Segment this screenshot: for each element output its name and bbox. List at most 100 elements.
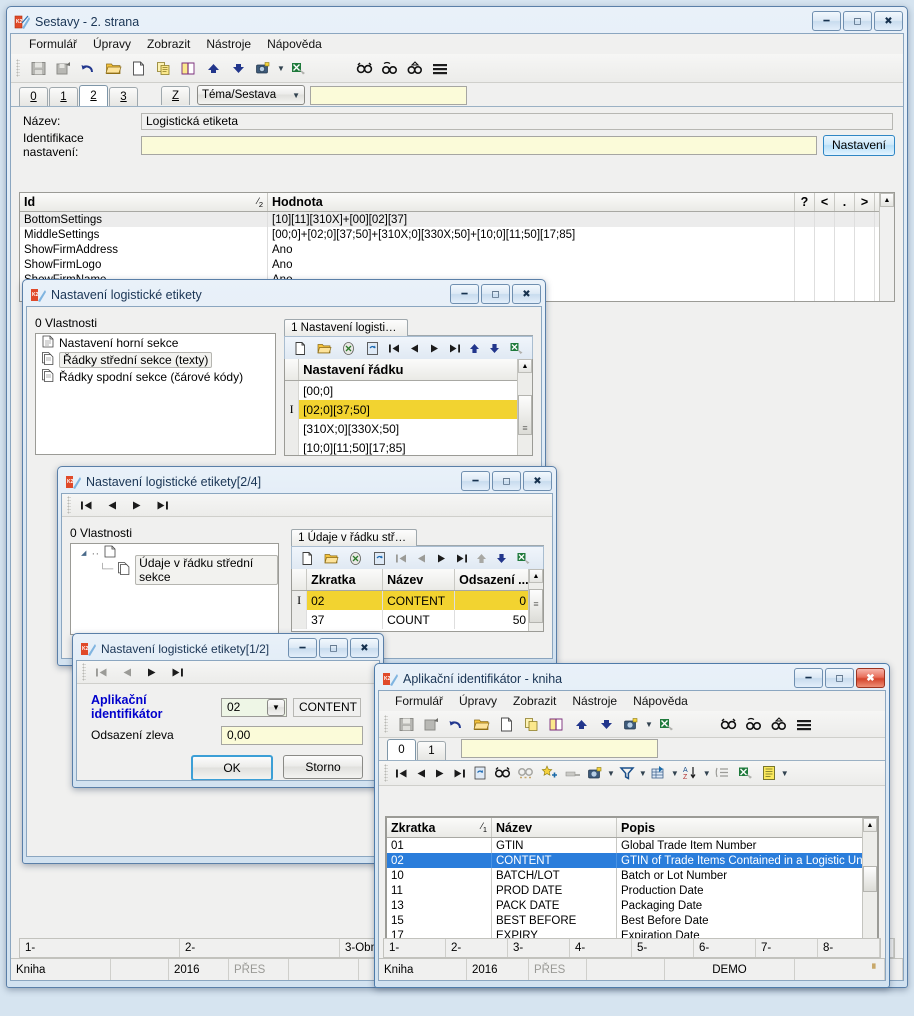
- save-as-icon[interactable]: [420, 713, 442, 735]
- toolbar-grip[interactable]: [384, 715, 388, 733]
- fkey-2[interactable]: 2-: [446, 939, 508, 957]
- camera-icon[interactable]: [584, 762, 606, 784]
- tab-1[interactable]: 1: [49, 87, 78, 106]
- find-icon[interactable]: [492, 762, 514, 784]
- export-excel-icon[interactable]: [735, 762, 757, 784]
- arrow-up-icon[interactable]: [202, 57, 224, 79]
- save-icon[interactable]: [27, 57, 49, 79]
- first-record-icon[interactable]: [78, 496, 96, 514]
- tab-0[interactable]: 0: [387, 739, 416, 760]
- scroll-up-icon[interactable]: ▲: [529, 569, 543, 583]
- window4-titlebar[interactable]: K2 Nastavení logistické etikety[1/2] ━ ◻…: [76, 637, 380, 660]
- menu-item-napoveda[interactable]: Nápověda: [625, 692, 696, 710]
- refresh-icon[interactable]: [368, 547, 390, 569]
- minimize-button[interactable]: ━: [288, 638, 317, 658]
- theme-combo[interactable]: Téma/Sestava ▼: [197, 85, 305, 105]
- window5-titlebar[interactable]: K2 Aplikační identifikátor - kniha ━ ◻ ✖: [378, 667, 886, 690]
- main-window-controls[interactable]: ━ ◻ ✖: [812, 11, 903, 31]
- last-record-icon[interactable]: [168, 663, 186, 681]
- tree-item-udaje-stredni-sekce[interactable]: └─ Údaje v řádku střední sekce: [71, 554, 279, 585]
- maximize-button[interactable]: ◻: [319, 638, 348, 658]
- fkey-1[interactable]: 1-: [20, 939, 180, 957]
- export-excel-icon[interactable]: [288, 57, 310, 79]
- find-all-icon[interactable]: [768, 713, 790, 735]
- table-row-selected[interactable]: 02 CONTENT GTIN of Trade Items Contained…: [387, 853, 877, 868]
- find-icon[interactable]: [354, 57, 376, 79]
- find-next-icon[interactable]: [743, 713, 765, 735]
- toolbar-grip[interactable]: [82, 663, 86, 681]
- first-record-icon[interactable]: [93, 663, 111, 681]
- arrow-down-icon[interactable]: [595, 713, 617, 735]
- col-zkratka[interactable]: Zkratka ⁄1: [387, 818, 492, 837]
- window3-titlebar[interactable]: K2 Nastavení logistické etikety[2/4] ━ ◻…: [61, 470, 553, 493]
- col-nastaveni-radku[interactable]: Nastavení řádku: [299, 359, 532, 380]
- minimize-button[interactable]: ━: [812, 11, 841, 31]
- filter-dropdown-icon[interactable]: ▼: [639, 769, 647, 778]
- next-record-icon[interactable]: [143, 663, 161, 681]
- col-q[interactable]: ?: [795, 193, 815, 211]
- window2-controls[interactable]: ━ ◻ ✖: [450, 284, 541, 304]
- fkey-5[interactable]: 5-: [632, 939, 694, 957]
- first-record-icon[interactable]: [385, 339, 403, 357]
- minimize-button[interactable]: ━: [794, 668, 823, 688]
- book-icon[interactable]: [177, 57, 199, 79]
- toolbar-grip[interactable]: [384, 764, 388, 782]
- main-search-input[interactable]: [310, 86, 467, 105]
- fkey-1[interactable]: 1-: [384, 939, 446, 957]
- open-folder-icon[interactable]: [102, 57, 124, 79]
- ok-button[interactable]: OK: [191, 755, 273, 780]
- move-down-icon[interactable]: [485, 339, 503, 357]
- tree-item-stredni-sekce[interactable]: Řádky střední sekce (texty): [36, 351, 275, 368]
- window2-grid[interactable]: Nastavení řádku [00;0] I [02;0][37;50] […: [284, 359, 533, 456]
- prev-record-icon[interactable]: [118, 663, 136, 681]
- menu-item-upravy[interactable]: Úpravy: [85, 35, 139, 53]
- book-icon[interactable]: [545, 713, 567, 735]
- menu-lines-icon[interactable]: [429, 57, 451, 79]
- scroll-thumb[interactable]: [863, 866, 877, 892]
- identifikace-input[interactable]: [141, 135, 817, 155]
- scroll-up-icon[interactable]: ▲: [880, 193, 894, 207]
- table-row[interactable]: [00;0]: [285, 381, 532, 400]
- last-record-icon[interactable]: [153, 496, 171, 514]
- maximize-button[interactable]: ◻: [492, 471, 521, 491]
- table-row-selected[interactable]: I 02 CONTENT 0: [292, 591, 543, 610]
- save-as-icon[interactable]: [52, 57, 74, 79]
- menu-item-formular[interactable]: Formulář: [387, 692, 451, 710]
- menu-item-zobrazit[interactable]: Zobrazit: [505, 692, 564, 710]
- aplikacni-identifikator-combo[interactable]: 02 ▼: [221, 697, 287, 717]
- new-document-icon[interactable]: [495, 713, 517, 735]
- window2-grid-scrollbar[interactable]: ▲ ≡: [517, 359, 532, 455]
- tree-item-horni-sekce[interactable]: Nastavení horní sekce: [36, 334, 275, 351]
- window-nastaveni-logisticke-etikety-1-2[interactable]: K2 Nastavení logistické etikety[1/2] ━ ◻…: [72, 633, 384, 788]
- find-disabled-icon[interactable]: [515, 762, 537, 784]
- window-aplikacni-identifikator-kniha[interactable]: K2 Aplikační identifikátor - kniha ━ ◻ ✖…: [374, 663, 890, 988]
- save-icon[interactable]: [395, 713, 417, 735]
- open-folder-icon[interactable]: [470, 713, 492, 735]
- window4-nav-toolbar[interactable]: [77, 661, 379, 684]
- window5-controls[interactable]: ━ ◻ ✖: [794, 668, 885, 688]
- new-record-icon[interactable]: [296, 547, 318, 569]
- window3-grid-scrollbar[interactable]: ▲ ≡: [528, 569, 543, 631]
- prev-record-icon[interactable]: [103, 496, 121, 514]
- report-dropdown-icon[interactable]: ▼: [781, 769, 789, 778]
- close-button[interactable]: ✖: [512, 284, 541, 304]
- toolbar-grip[interactable]: [16, 59, 20, 77]
- window3-tree[interactable]: ◢ ·· └─ Údaje v řádku střední sekce: [70, 543, 280, 635]
- filter-icon[interactable]: [616, 762, 638, 784]
- window4-controls[interactable]: ━ ◻ ✖: [288, 638, 379, 658]
- grid-settings-icon[interactable]: [648, 762, 670, 784]
- tab-0[interactable]: 0: [19, 87, 48, 106]
- open-record-icon[interactable]: [313, 337, 335, 359]
- window5-search-input[interactable]: [461, 739, 658, 758]
- chevron-down-icon[interactable]: ▼: [267, 698, 285, 716]
- scroll-up-icon[interactable]: ▲: [518, 359, 532, 373]
- col-gt[interactable]: >: [855, 193, 875, 211]
- table-row[interactable]: BottomSettings [10][11][310X]+[00][02][3…: [20, 212, 894, 227]
- odsazeni-zleva-input[interactable]: 0,00: [221, 725, 363, 745]
- table-row[interactable]: 15 BEST BEFORE Best Before Date: [387, 913, 877, 928]
- tab-1[interactable]: 1: [417, 741, 446, 760]
- menu-item-nastroje[interactable]: Nástroje: [564, 692, 625, 710]
- move-down-icon[interactable]: [492, 549, 510, 567]
- remove-filter-icon[interactable]: [561, 762, 583, 784]
- subtab-udaje-v-radku[interactable]: 1 Údaje v řádku stř…: [291, 529, 418, 546]
